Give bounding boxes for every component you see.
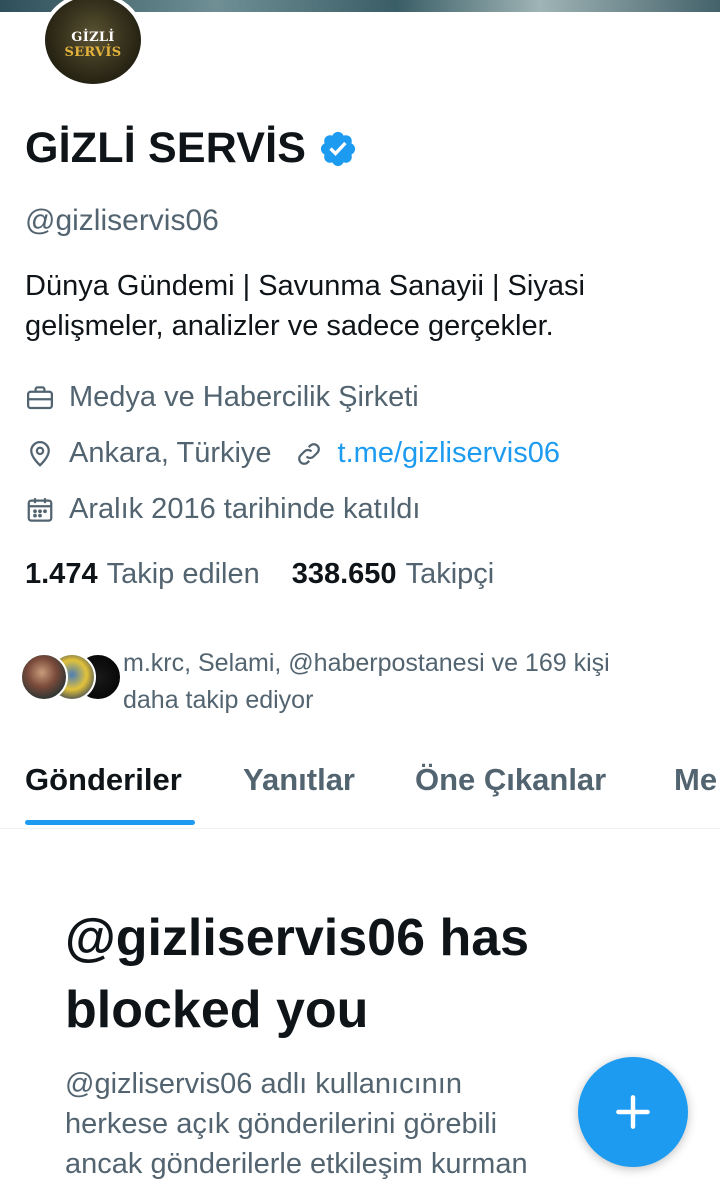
compose-button[interactable] (578, 1057, 688, 1167)
category-label: Medya ve Habercilik Şirketi (69, 381, 419, 413)
known-followers-line: daha takip ediyor (123, 686, 314, 714)
profile-tabs: Gönderiler Yanıtlar Öne Çıkanlar Me (0, 740, 720, 829)
profile-avatar[interactable]: GİZLİ SERVİS (41, 0, 145, 88)
avatar-logo-text: GİZLİ SERVİS (64, 30, 122, 60)
join-date-label: Aralık 2016 tarihinde katıldı (69, 493, 421, 525)
calendar-icon (27, 497, 53, 522)
blocked-title: @gizliservis06 has blocked you (65, 902, 705, 1046)
followers-count: 338.650 (291, 558, 397, 590)
location-pin-icon (30, 440, 50, 467)
profile-location-row: Ankara, Türkiye t.me/gizliservis06 (25, 437, 560, 470)
active-tab-indicator (25, 820, 195, 825)
followers-label: Takipçi (405, 558, 495, 590)
tab-replies[interactable]: Yanıtlar (243, 762, 355, 798)
blocked-desc-line: herkese açık gönderilerini görebili (65, 1108, 498, 1140)
blocked-desc-line: ancak gönderilerle etkileşim kurman (65, 1148, 528, 1180)
blocked-desc-line: @gizliservis06 adlı kullanıcının (65, 1068, 462, 1100)
follow-stats: 1.474 Takip edilen 338.650 Takipçi (25, 558, 494, 591)
known-followers-text: m.krc, Selami, @haberpostanesi ve 169 ki… (123, 645, 703, 719)
bio-line: gelişmeler, analizler ve sadece gerçekle… (25, 310, 554, 342)
bio-line: Dünya Gündemi | Savunma Sanayii | Siyasi (25, 270, 585, 302)
following-count: 1.474 (25, 558, 98, 590)
profile-handle: @gizliservis06 (25, 204, 219, 237)
following-label: Takip edilen (106, 558, 260, 590)
avatar (20, 653, 68, 701)
known-followers-avatars (20, 653, 122, 705)
tab-highlights[interactable]: Öne Çıkanlar (415, 762, 606, 798)
blocked-title-line: blocked you (65, 981, 369, 1039)
profile-website[interactable]: t.me/gizliservis06 (294, 437, 560, 470)
following-link[interactable]: 1.474 Takip edilen (25, 558, 260, 591)
followers-link[interactable]: 338.650 Takipçi (292, 558, 494, 591)
profile-join-date: Aralık 2016 tarihinde katıldı (25, 493, 420, 526)
location-label: Ankara, Türkiye (69, 437, 272, 469)
profile-name-row: GİZLİ SERVİS (25, 124, 358, 173)
website-link[interactable]: t.me/gizliservis06 (338, 437, 560, 470)
profile-name: GİZLİ SERVİS (25, 124, 307, 172)
briefcase-icon (27, 385, 53, 409)
tab-media[interactable]: Me (674, 762, 717, 798)
blocked-title-line: @gizliservis06 has (65, 909, 530, 967)
tab-posts[interactable]: Gönderiler (25, 762, 182, 798)
blocked-description: @gizliservis06 adlı kullanıcının herkese… (65, 1064, 635, 1184)
known-followers-line: m.krc, Selami, @haberpostanesi ve 169 ki… (123, 649, 610, 677)
profile-bio: Dünya Gündemi | Savunma Sanayii | Siyasi… (25, 266, 705, 346)
verified-badge-icon[interactable] (318, 129, 358, 169)
plus-icon (616, 1095, 650, 1129)
link-icon (297, 442, 320, 465)
profile-category: Medya ve Habercilik Şirketi (25, 381, 419, 414)
